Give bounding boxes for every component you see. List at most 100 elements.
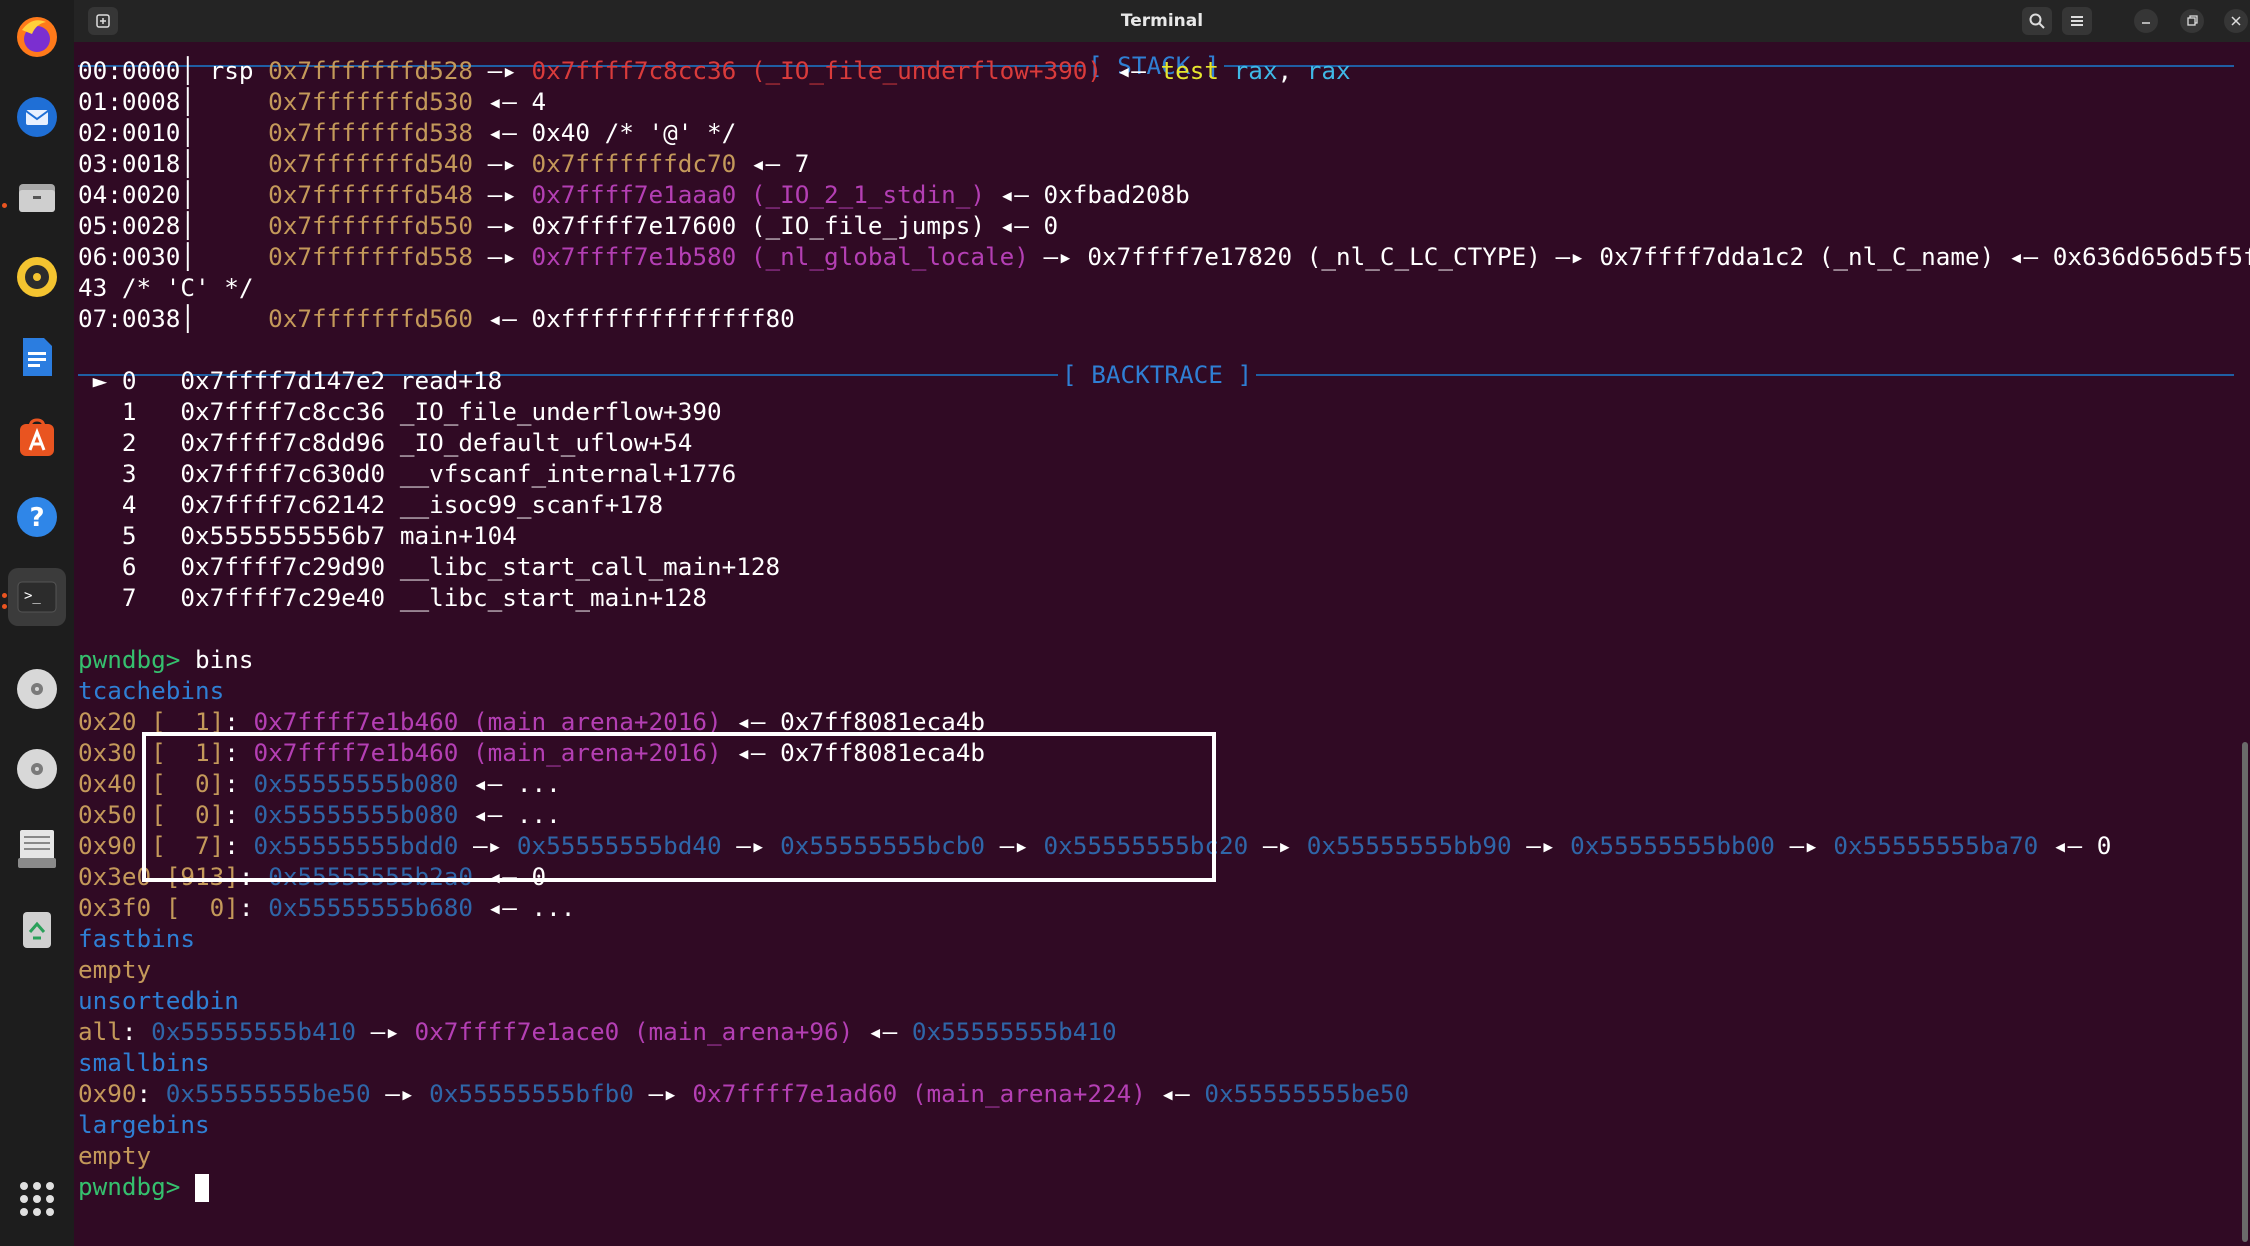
terminal-line: largebins [78, 1109, 210, 1140]
terminal-line: 06:0030│ 0x7fffffffd558 —▸ 0x7ffff7e1b58… [78, 241, 2250, 272]
terminal-text: , [1277, 56, 1307, 85]
terminal-line: 05:0028│ 0x7fffffffd550 —▸ 0x7ffff7e1760… [78, 210, 1058, 241]
terminal-text: test [1160, 56, 1234, 85]
terminal-line: 02:0010│ 0x7fffffffd538 ◂— 0x40 /* '@' *… [78, 117, 736, 148]
window-title: Terminal [1120, 11, 1204, 31]
terminal-line: 0x3f0 [ 0]: 0x55555555b680 ◂— ... [78, 892, 575, 923]
minimize-button[interactable] [2134, 9, 2158, 33]
help-icon[interactable]: ? [8, 488, 66, 546]
thunderbird-icon[interactable] [8, 88, 66, 146]
tcache-highlight-box [142, 732, 1216, 882]
search-button[interactable] [2022, 7, 2052, 35]
terminal-text: 0x55555555b680 [268, 893, 473, 922]
terminal-text: 05:0028│ [78, 211, 269, 240]
close-button[interactable] [2224, 9, 2248, 33]
hamburger-menu-icon [2071, 16, 2083, 26]
terminal-text: rsp [209, 56, 269, 85]
terminal-text: 0x3f0 [ 0] [78, 893, 239, 922]
terminal-text: 07:0038│ [78, 304, 269, 333]
terminal-text: 4 0x7ffff7c62142 __isoc99_scanf+178 [78, 490, 664, 519]
terminal-text: —▸ [472, 56, 532, 85]
terminal-text: —▸ [355, 1017, 415, 1046]
terminal-text: —▸ 0x7ffff7e17600 (_IO_file_jumps) ◂— 0 [472, 211, 1059, 240]
terminal-text: —▸ [1511, 831, 1571, 860]
terminal-text: smallbins [78, 1048, 210, 1077]
terminal-text: rax [1306, 56, 1351, 85]
terminal-text: : [238, 893, 269, 922]
terminal-text: —▸ 0x7ffff7e17820 (_nl_C_LC_CTYPE) —▸ 0x… [1028, 242, 2250, 271]
terminal-line: 01:0008│ 0x7fffffffd530 ◂— 4 [78, 86, 546, 117]
close-icon [2231, 16, 2241, 26]
terminal-text: —▸ [370, 1079, 430, 1108]
firefox-icon[interactable] [8, 8, 66, 66]
terminal-line: 2 0x7ffff7c8dd96 _IO_default_uflow+54 [78, 427, 693, 458]
terminal-output[interactable]: [ STACK ] [ BACKTRACE ] 00:0000│ rsp 0x7… [74, 42, 2250, 1246]
terminal-line: 0x90: 0x55555555be50 —▸ 0x55555555bfb0 —… [78, 1078, 1409, 1109]
file-manager-icon[interactable] [8, 820, 66, 878]
terminal-text: 06:0030│ [78, 242, 269, 271]
terminal-text: 3 0x7ffff7c630d0 __vfscanf_internal+1776 [78, 459, 737, 488]
terminal-text: 0x7fffffffd530 [268, 87, 473, 116]
trash-icon[interactable] [8, 900, 66, 958]
svg-text:?: ? [29, 503, 44, 533]
terminal-text: ◂— 0 [2038, 831, 2112, 860]
terminal-text: 43 /* 'C' */ [78, 273, 254, 302]
maximize-button[interactable] [2180, 9, 2204, 33]
terminal-text: ◂— 0x40 /* '@' */ [472, 118, 737, 147]
writer-icon[interactable] [8, 328, 66, 386]
app-center-icon[interactable] [8, 408, 66, 466]
terminal-text: 0x55555555b410 [911, 1017, 1117, 1046]
rhythmbox-icon[interactable] [8, 248, 66, 306]
show-apps-icon[interactable] [8, 1170, 66, 1228]
terminal-line: tcachebins [78, 675, 224, 706]
menu-button[interactable] [2062, 7, 2092, 35]
terminal-text: 01:0008│ [78, 87, 269, 116]
terminal-text: 0x7fffffffd548 [268, 180, 473, 209]
terminal-text: ◂— 0xfbad208b [984, 180, 1190, 209]
terminal-text: : [121, 1017, 152, 1046]
terminal-text: ► 0 0x7ffff7d147e2 read+18 [78, 366, 503, 395]
terminal-text: —▸ [633, 1079, 693, 1108]
terminal-line: 4 0x7ffff7c62142 __isoc99_scanf+178 [78, 489, 663, 520]
terminal-text: 0x7fffffffd540 [268, 149, 473, 178]
terminal-text: 0x55555555bb00 [1570, 831, 1775, 860]
terminal-text: 04:0020│ [78, 180, 269, 209]
terminal-text: —▸ [1248, 831, 1307, 860]
running-indicator [2, 604, 7, 609]
minimize-icon [2142, 22, 2150, 24]
terminal-text: 7 0x7ffff7c29e40 __libc_start_main+128 [78, 583, 708, 612]
terminal-line: ► 0 0x7ffff7d147e2 read+18 [78, 365, 503, 396]
disc-icon[interactable] [8, 660, 66, 718]
terminal-text: ◂— [853, 1017, 912, 1046]
terminal-line: 00:0000│ rsp 0x7fffffffd528 —▸ 0x7ffff7c… [78, 55, 1351, 86]
terminal-text: 0x7ffff7e1ace0 (main_arena+96) [414, 1017, 854, 1046]
terminal-line: fastbins [78, 923, 195, 954]
terminal-text: 0x7ffff7e1b580 (_nl_global_locale) [531, 242, 1029, 271]
terminal-text: fastbins [78, 924, 196, 953]
terminal-text: 00:0000│ [78, 56, 210, 85]
terminal-text: 0x55555555bfb0 [429, 1079, 634, 1108]
terminal-line: empty [78, 954, 151, 985]
new-tab-icon [96, 14, 110, 28]
terminal-line: unsortedbin [78, 985, 239, 1016]
terminal-line: 1 0x7ffff7c8cc36 _IO_file_underflow+390 [78, 396, 722, 427]
text-cursor [195, 1174, 210, 1202]
terminal-text: tcachebins [78, 676, 225, 705]
terminal-text: —▸ [472, 180, 532, 209]
terminal-text: 5 0x5555555556b7 main+104 [78, 521, 517, 550]
terminal-text: all [78, 1017, 122, 1046]
terminal-text: 0x7fffffffdc70 [531, 149, 737, 178]
backtrace-header: [ BACKTRACE ] [1058, 359, 1257, 390]
terminal-text: ◂— [1101, 56, 1161, 85]
terminal-icon[interactable]: >_ [8, 568, 66, 626]
window-titlebar[interactable]: Terminal [74, 0, 2250, 42]
terminal-text: 0x55555555be50 [1204, 1079, 1410, 1108]
new-tab-button[interactable] [88, 7, 118, 35]
disc-icon-2[interactable] [8, 740, 66, 798]
terminal-text: ◂— [1145, 1079, 1205, 1108]
terminal-text: 0x7ffff7e1aaa0 (_IO_2_1_stdin_) [531, 180, 985, 209]
files-icon[interactable] [8, 168, 66, 226]
scrollbar[interactable] [2242, 742, 2248, 1242]
terminal-text: 0x55555555b410 [151, 1017, 356, 1046]
terminal-text: unsortedbin [78, 986, 239, 1015]
